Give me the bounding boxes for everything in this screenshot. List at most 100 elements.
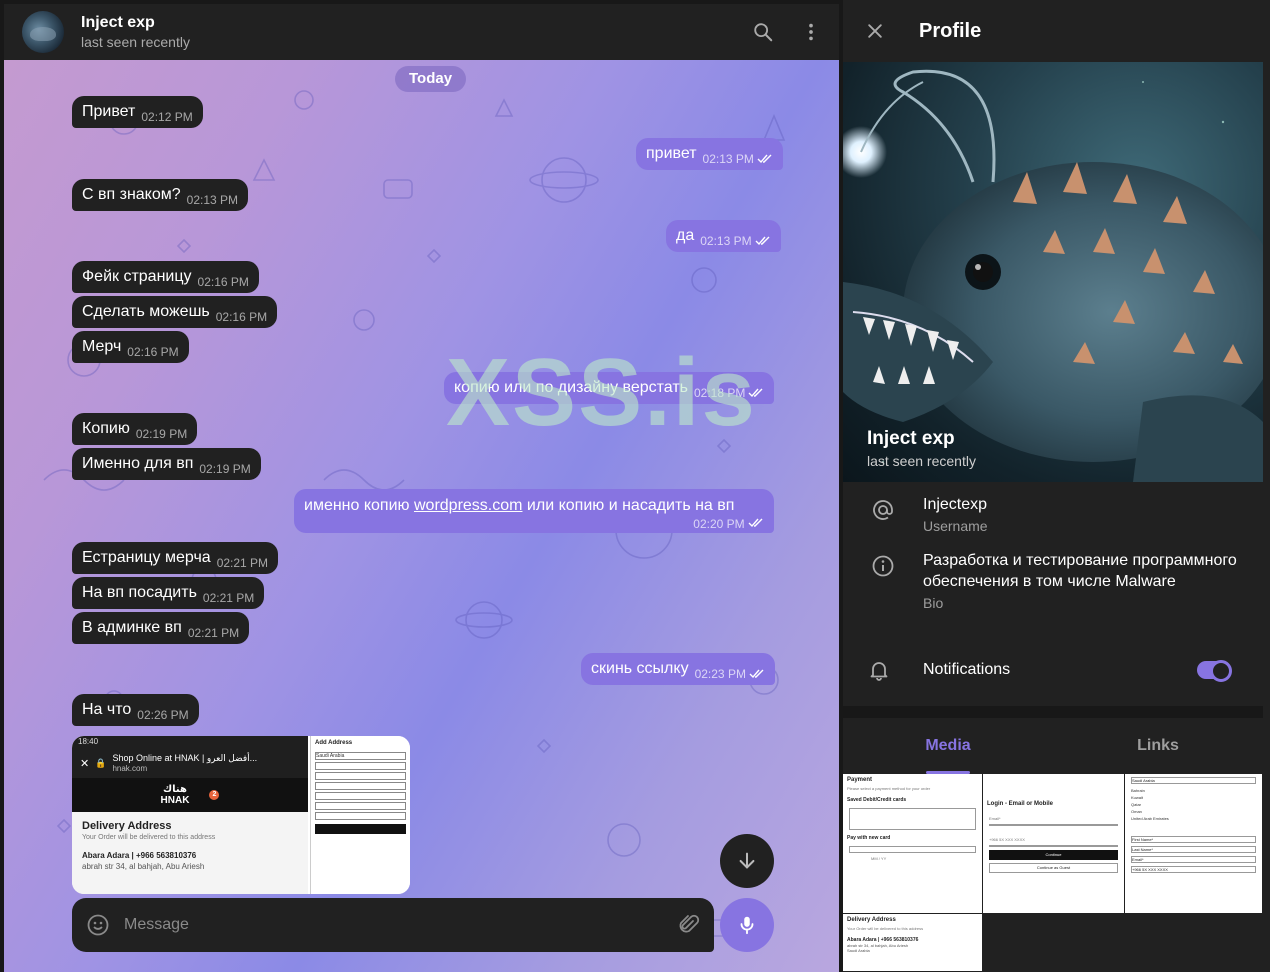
lock-icon: 🔒 [95,757,107,768]
profile-info: Injectexp Username Разработка и тестиров… [843,482,1263,613]
message-time: 02:13 PM [186,193,239,207]
message-time: 02:21 PM [216,556,269,570]
scroll-down-button[interactable] [720,834,774,888]
message-text: скинь ссылку [591,660,689,677]
thumb-phone: 5X XXX XXXX [1142,867,1168,872]
media-thumb[interactable]: Payment Please select a payment method f… [843,774,983,914]
message-text: На вп посадить [82,584,197,601]
thumb-line2: Saudi Arabia [847,948,870,953]
message-text: привет [646,145,697,162]
watermark: XSS.is [446,339,757,446]
message-bubble[interactable]: Фейк страницу 02:16 PM [72,261,259,293]
message-text: На что [82,701,132,718]
message-text: да [676,227,695,244]
message-time: 02:19 PM [199,462,251,476]
username-value: Injectexp [923,496,988,513]
read-ticks-icon [757,154,772,164]
message-bubble[interactable]: На вп посадить 02:21 PM [72,577,265,609]
message-text: именно копию [304,497,414,514]
message-bubble[interactable]: Именно для вп 02:19 PM [72,448,261,480]
thumb-title: Payment [847,777,873,783]
thumb-country: Saudi Arabia [1131,777,1256,784]
bio-row[interactable]: Разработка и тестирование программного о… [843,536,1263,613]
search-icon [754,23,773,42]
message-text: Копию [82,420,130,437]
thumb-new-card: Pay with new card [847,835,891,841]
thumb-name: Abara Adara | +966 563810376 [847,937,919,943]
message-bubble[interactable]: Мерч 02:16 PM [72,331,189,363]
profile-photo[interactable]: Inject exp last seen recently [843,62,1263,482]
screenshot-navbar: هناك HNAK 2 [72,778,308,812]
profile-panel: Profile Inject exp last seen recently In… [843,0,1270,972]
message-time: 02:13 PM [700,234,752,248]
message-text: В админке вп [82,619,182,636]
message-text: Фейк страницу [82,268,192,285]
message-link[interactable]: wordpress.com [414,497,522,514]
profile-name: Inject exp [867,428,955,449]
thumb-phone: 5X XXX XXXX [999,837,1025,842]
thumb-title: Delivery Address [847,917,896,923]
profile-title: Profile [919,19,982,42]
at-sign-icon [873,500,893,520]
screenshot-clock: 18:40 [72,736,308,748]
read-ticks-icon [748,518,763,528]
thumb-guest: Continue as Guest [989,863,1118,873]
arrow-down-icon [739,852,755,869]
message-bubble[interactable]: Копию 02:19 PM [72,413,198,445]
screenshot-brand-ar: هناك [163,784,187,795]
more-button[interactable] [793,14,829,50]
media-thumb[interactable]: Saudi Arabia Bahrain Kuwait Qatar Oman U… [1125,774,1263,914]
message-bubble[interactable]: скинь ссылку 02:23 PM [581,653,775,685]
media-thumb[interactable]: Delivery Address Your Order will be deli… [843,914,983,972]
message-time: 02:23 PM [694,667,746,681]
username-label: Username [923,518,988,534]
message-bubble[interactable]: На что 02:26 PM [72,694,199,726]
message-input[interactable]: Message [124,916,676,934]
voice-record-button[interactable] [720,898,774,952]
info-icon [872,555,894,577]
emoji-icon[interactable] [86,913,110,937]
message-bubble[interactable]: привет 02:13 PM [636,138,783,170]
microphone-icon [740,916,754,935]
message-time: 02:19 PM [135,427,188,441]
more-vertical-icon [809,23,813,41]
photo-message[interactable]: 18:40 ✕ 🔒 Shop Online at HNAK | أفضل الع… [72,736,410,894]
chat-title: Inject exp [81,14,155,31]
bio-label: Bio [923,595,944,611]
tab-media[interactable]: Media [843,718,1053,774]
message-bubble[interactable]: да 02:13 PM [666,220,781,252]
notifications-row[interactable]: Notifications [843,654,1263,686]
tab-links[interactable]: Links [1053,718,1263,774]
profile-tabs: Media Links [843,718,1263,774]
message-text: Сделать можешь [82,303,210,320]
media-grid: Payment Please select a payment method f… [843,774,1270,972]
media-thumb[interactable]: Login - Email or Mobile Email* +966 5X X… [983,774,1125,914]
username-row[interactable]: Injectexp Username [843,482,1263,536]
message-bubble[interactable]: Привет 02:12 PM [72,96,203,128]
chat-status: last seen recently [81,34,190,50]
thumb-last: Last Name* [1131,846,1256,853]
search-button[interactable] [745,14,781,50]
message-time: 02:21 PM [202,591,255,605]
message-bubble[interactable]: С вп знаком? 02:13 PM [72,179,249,211]
message-bubble[interactable]: Естраницу мерча 02:21 PM [72,542,279,574]
screenshot-side-title: Add Address [315,740,353,746]
chat-header-info[interactable]: Inject exp last seen recently [81,13,190,51]
message-bubble[interactable]: В админке вп 02:21 PM [72,612,250,644]
avatar[interactable] [22,11,64,53]
message-composer[interactable]: Message [72,898,714,952]
thumb-card-label: Saved Debit/Credit cards [847,797,907,803]
message-time: 02:26 PM [137,708,189,722]
message-text: Именно для вп [82,455,194,472]
screenshot-side-country: Saudi Arabia [315,752,406,760]
paperclip-icon[interactable] [676,913,700,937]
thumb-email: Email* [989,816,1001,821]
message-bubble[interactable]: Сделать можешь 02:16 PM [72,296,278,328]
message-bubble[interactable]: именно копию wordpress.com или копию и н… [294,489,774,533]
chat-header[interactable]: Inject exp last seen recently [4,4,839,60]
notifications-toggle[interactable] [1197,660,1232,682]
screenshot-side: Add Address Saudi Arabia [310,736,410,894]
close-icon[interactable] [865,21,885,41]
screenshot-address-name: Abara Adara | +966 563810376 [82,851,197,860]
thumb-option: United Arab Emirates [1131,816,1169,821]
